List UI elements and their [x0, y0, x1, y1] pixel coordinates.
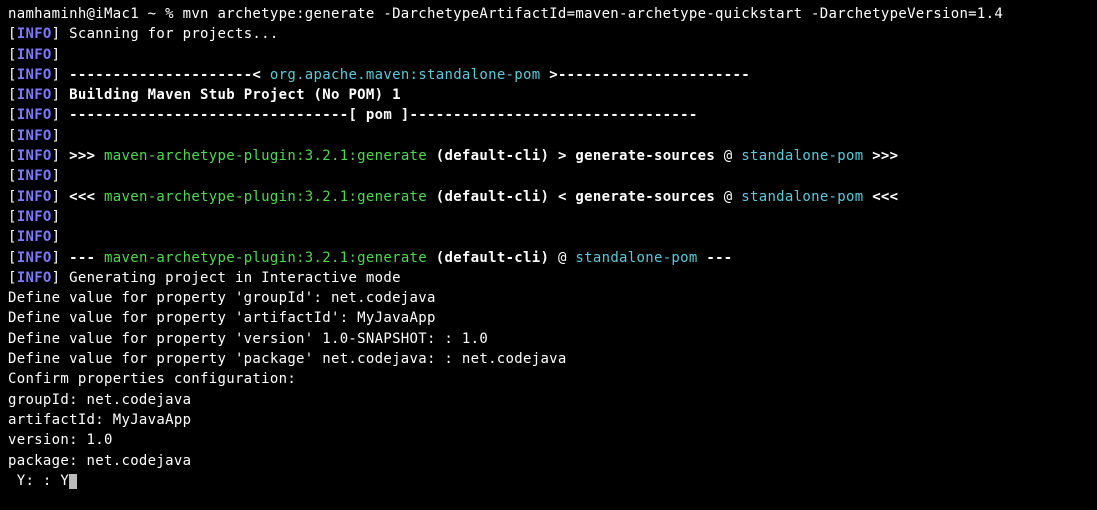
log-line: [INFO] --- maven-archetype-plugin:3.2.1:… [8, 248, 1089, 268]
info-tag: INFO [17, 148, 52, 164]
separator: ---------------------< [60, 67, 270, 83]
log-line: [INFO] [8, 45, 1089, 65]
phase-name: generate-sources [575, 148, 715, 164]
bracket: [ [8, 209, 17, 225]
info-tag: INFO [17, 47, 52, 63]
info-tag: INFO [17, 229, 52, 245]
prompt-line: Confirm properties configuration: [8, 369, 1089, 389]
input-line[interactable]: Y: : Y [8, 471, 1089, 491]
command: mvn archetype:generate -DarchetypeArtifa… [183, 6, 1004, 22]
info-tag: INFO [17, 87, 52, 103]
config-line: groupId: net.codejava [8, 390, 1089, 410]
info-tag: INFO [17, 128, 52, 144]
y-prompt: Y: : Y [8, 473, 69, 489]
info-tag: INFO [17, 209, 52, 225]
log-line: [INFO] <<< maven-archetype-plugin:3.2.1:… [8, 187, 1089, 207]
separator: >---------------------- [540, 67, 750, 83]
info-tag: INFO [17, 107, 52, 123]
prompt-line: Define value for property 'version' 1.0-… [8, 329, 1089, 349]
bracket: [ [8, 229, 17, 245]
bracket: [ [8, 128, 17, 144]
bracket: [ [8, 250, 17, 266]
phase-name: generate-sources [575, 189, 715, 205]
artifact-name: org.apache.maven:standalone-pom [270, 67, 541, 83]
log-line: [INFO] >>> maven-archetype-plugin:3.2.1:… [8, 146, 1089, 166]
bracket: ] [52, 209, 61, 225]
info-tag: INFO [17, 67, 52, 83]
prompt-line: Define value for property 'groupId': net… [8, 288, 1089, 308]
config-line: artifactId: MyJavaApp [8, 410, 1089, 430]
building-text: Building Maven Stub Project (No POM) 1 [60, 87, 400, 103]
config-line: version: 1.0 [8, 430, 1089, 450]
plugin-name: maven-archetype-plugin:3.2.1:generate [104, 148, 427, 164]
at-symbol: @ [715, 189, 741, 205]
bracket: [ [8, 47, 17, 63]
info-tag: INFO [17, 26, 52, 42]
arrow: >>> [60, 148, 104, 164]
arrow: > [549, 148, 575, 164]
user-host: namhaminh@iMac1 [8, 6, 139, 22]
arrow: < [549, 189, 575, 205]
bracket: [ [8, 189, 17, 205]
bracket: [ [8, 107, 17, 123]
prompt-line: Define value for property 'artifactId': … [8, 308, 1089, 328]
bracket: [ [8, 87, 17, 103]
cli-text: (default-cli) [427, 189, 549, 205]
plugin-name: maven-archetype-plugin:3.2.1:generate [104, 189, 427, 205]
log-line: [INFO] Building Maven Stub Project (No P… [8, 85, 1089, 105]
prompt-line: namhaminh@iMac1 ~ % mvn archetype:genera… [8, 4, 1089, 24]
dash: --- [60, 250, 104, 266]
pom-name: standalone-pom [741, 148, 863, 164]
log-line: [INFO] --------------------------------[… [8, 105, 1089, 125]
log-line: [INFO] [8, 166, 1089, 186]
log-line: [INFO] [8, 227, 1089, 247]
arrow: >>> [863, 148, 898, 164]
log-text: Generating project in Interactive mode [60, 270, 400, 286]
pom-name: standalone-pom [575, 250, 697, 266]
log-line: [INFO] [8, 207, 1089, 227]
separator: --------------------------------[ pom ]-… [60, 107, 697, 123]
info-tag: INFO [17, 189, 52, 205]
bracket: ] [52, 47, 61, 63]
terminal-output[interactable]: namhaminh@iMac1 ~ % mvn archetype:genera… [8, 4, 1089, 491]
arrow: <<< [60, 189, 104, 205]
info-tag: INFO [17, 250, 52, 266]
bracket: ] [52, 128, 61, 144]
log-line: [INFO] Scanning for projects... [8, 24, 1089, 44]
log-line: [INFO] ---------------------< org.apache… [8, 65, 1089, 85]
at-symbol: @ [715, 148, 741, 164]
prompt-line: Define value for property 'package' net.… [8, 349, 1089, 369]
log-line: [INFO] Generating project in Interactive… [8, 268, 1089, 288]
log-line: [INFO] [8, 126, 1089, 146]
arrow: <<< [863, 189, 898, 205]
bracket: [ [8, 148, 17, 164]
at-symbol: @ [549, 250, 575, 266]
bracket: [ [8, 270, 17, 286]
bracket: [ [8, 26, 17, 42]
plugin-name: maven-archetype-plugin:3.2.1:generate [104, 250, 427, 266]
config-line: package: net.codejava [8, 451, 1089, 471]
pom-name: standalone-pom [741, 189, 863, 205]
info-tag: INFO [17, 168, 52, 184]
bracket: [ [8, 168, 17, 184]
log-text: Scanning for projects... [60, 26, 278, 42]
bracket: ] [52, 168, 61, 184]
cursor-icon [69, 474, 77, 489]
cli-text: (default-cli) [427, 250, 549, 266]
cli-text: (default-cli) [427, 148, 549, 164]
dash: --- [698, 250, 733, 266]
prompt-path: ~ % [139, 6, 183, 22]
bracket: [ [8, 67, 17, 83]
info-tag: INFO [17, 270, 52, 286]
bracket: ] [52, 229, 61, 245]
